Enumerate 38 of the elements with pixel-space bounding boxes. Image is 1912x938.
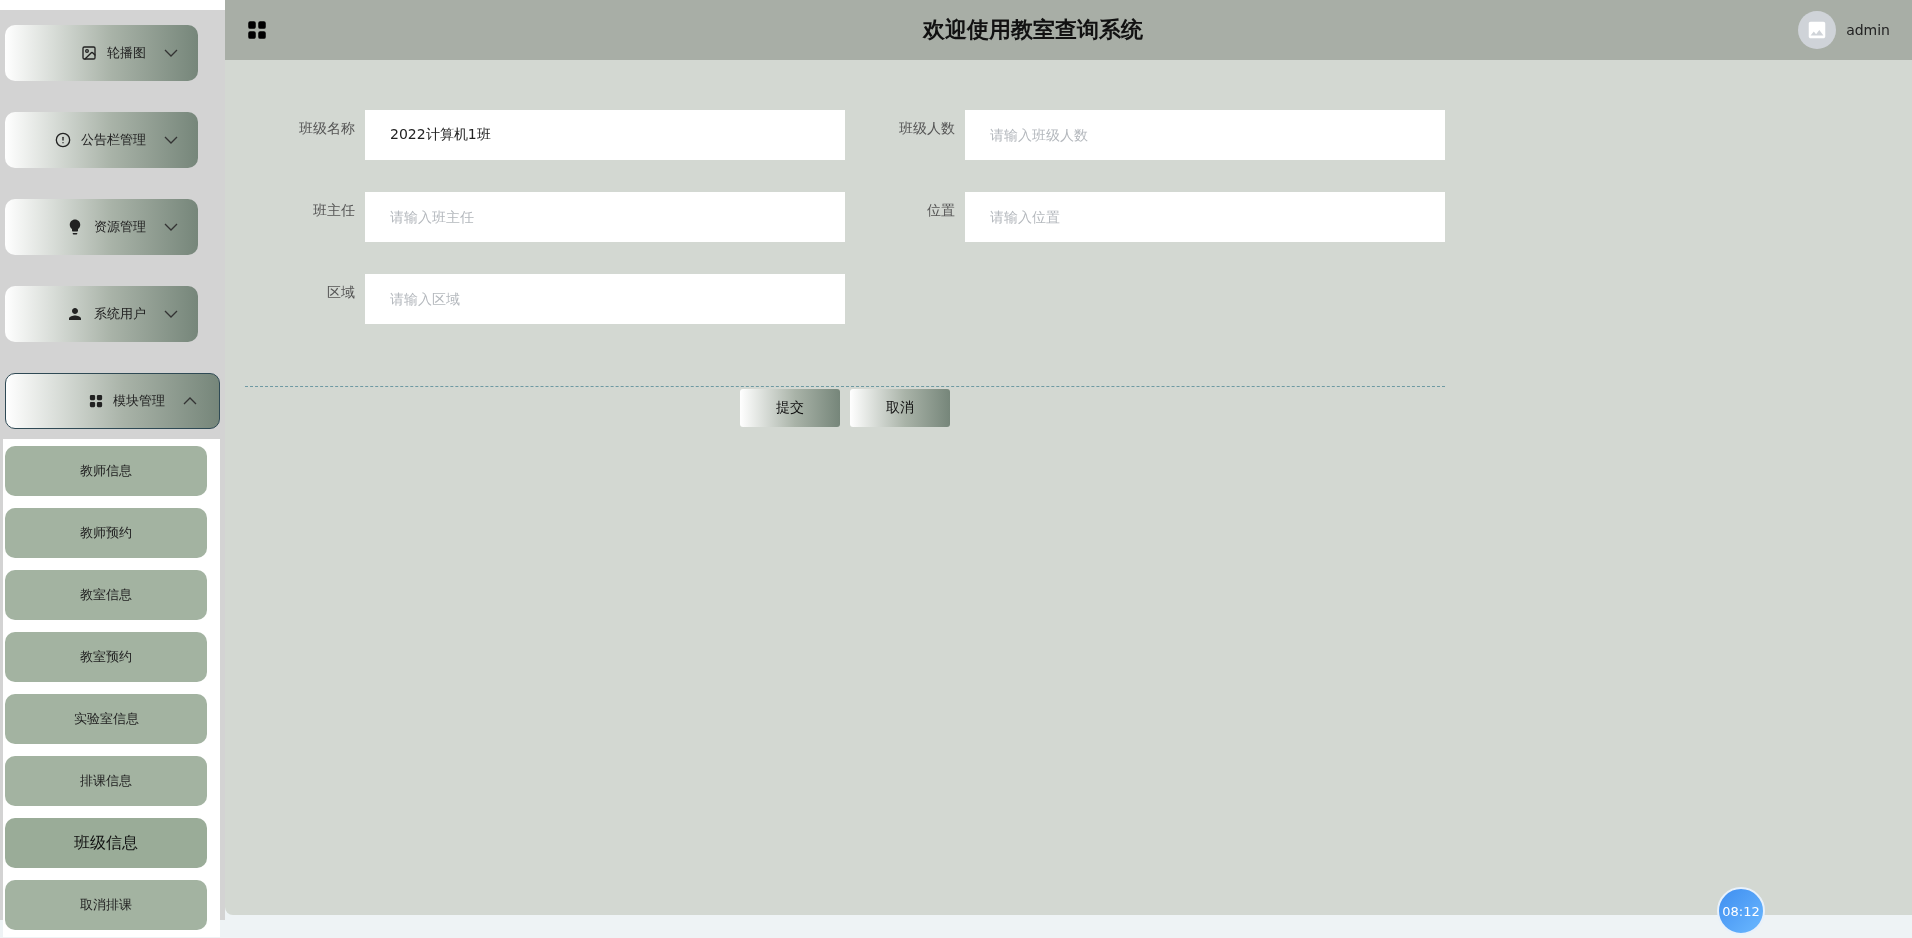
alert-icon [55,132,71,148]
field-label: 班级名称 [298,119,355,138]
input-field[interactable]: 请输入班主任 [365,192,845,242]
chevron-up-icon [183,397,197,405]
user-name: admin [1846,22,1890,38]
menu-button[interactable]: 模块管理 [5,373,220,429]
input-field[interactable]: 2022计算机1班 [365,110,845,160]
grid-icon[interactable] [247,20,267,40]
submenu-item[interactable]: 教室信息 [5,570,207,620]
grid-icon [89,394,103,408]
input-field[interactable]: 请输入班级人数 [965,110,1445,160]
submenu-item[interactable]: 教师信息 [5,446,207,496]
user-icon [66,305,84,323]
field-label: 区域 [326,283,355,302]
field-label: 班主任 [312,201,355,220]
chevron-down-icon [164,223,178,231]
clock-badge: 08:12 [1717,887,1765,935]
input-field[interactable]: 请输入区域 [365,274,845,324]
chevron-down-icon [164,310,178,318]
menu-button[interactable]: 系统用户 [5,286,198,342]
image-icon [81,45,97,61]
submenu-item[interactable]: 排课信息 [5,756,207,806]
input-field[interactable]: 请输入位置 [965,192,1445,242]
submenu-item[interactable]: 教室预约 [5,632,207,682]
submit-button[interactable]: 提交 [740,389,840,427]
field-label: 班级人数 [898,119,955,138]
menu-button[interactable]: 资源管理 [5,199,198,255]
submenu-item[interactable]: 实验室信息 [5,694,207,744]
submenu-item[interactable]: 取消排课 [5,880,207,930]
chevron-down-icon [164,136,178,144]
chevron-down-icon [164,49,178,57]
cancel-button[interactable]: 取消 [850,389,950,427]
field-label: 位置 [926,201,955,220]
menu-button[interactable]: 轮播图 [5,25,198,81]
submenu-item[interactable]: 班级信息 [5,818,207,868]
page-title: 欢迎使用教室查询系统 [921,16,1144,44]
submenu-item[interactable]: 教师预约 [5,508,207,558]
menu-button[interactable]: 公告栏管理 [5,112,198,168]
